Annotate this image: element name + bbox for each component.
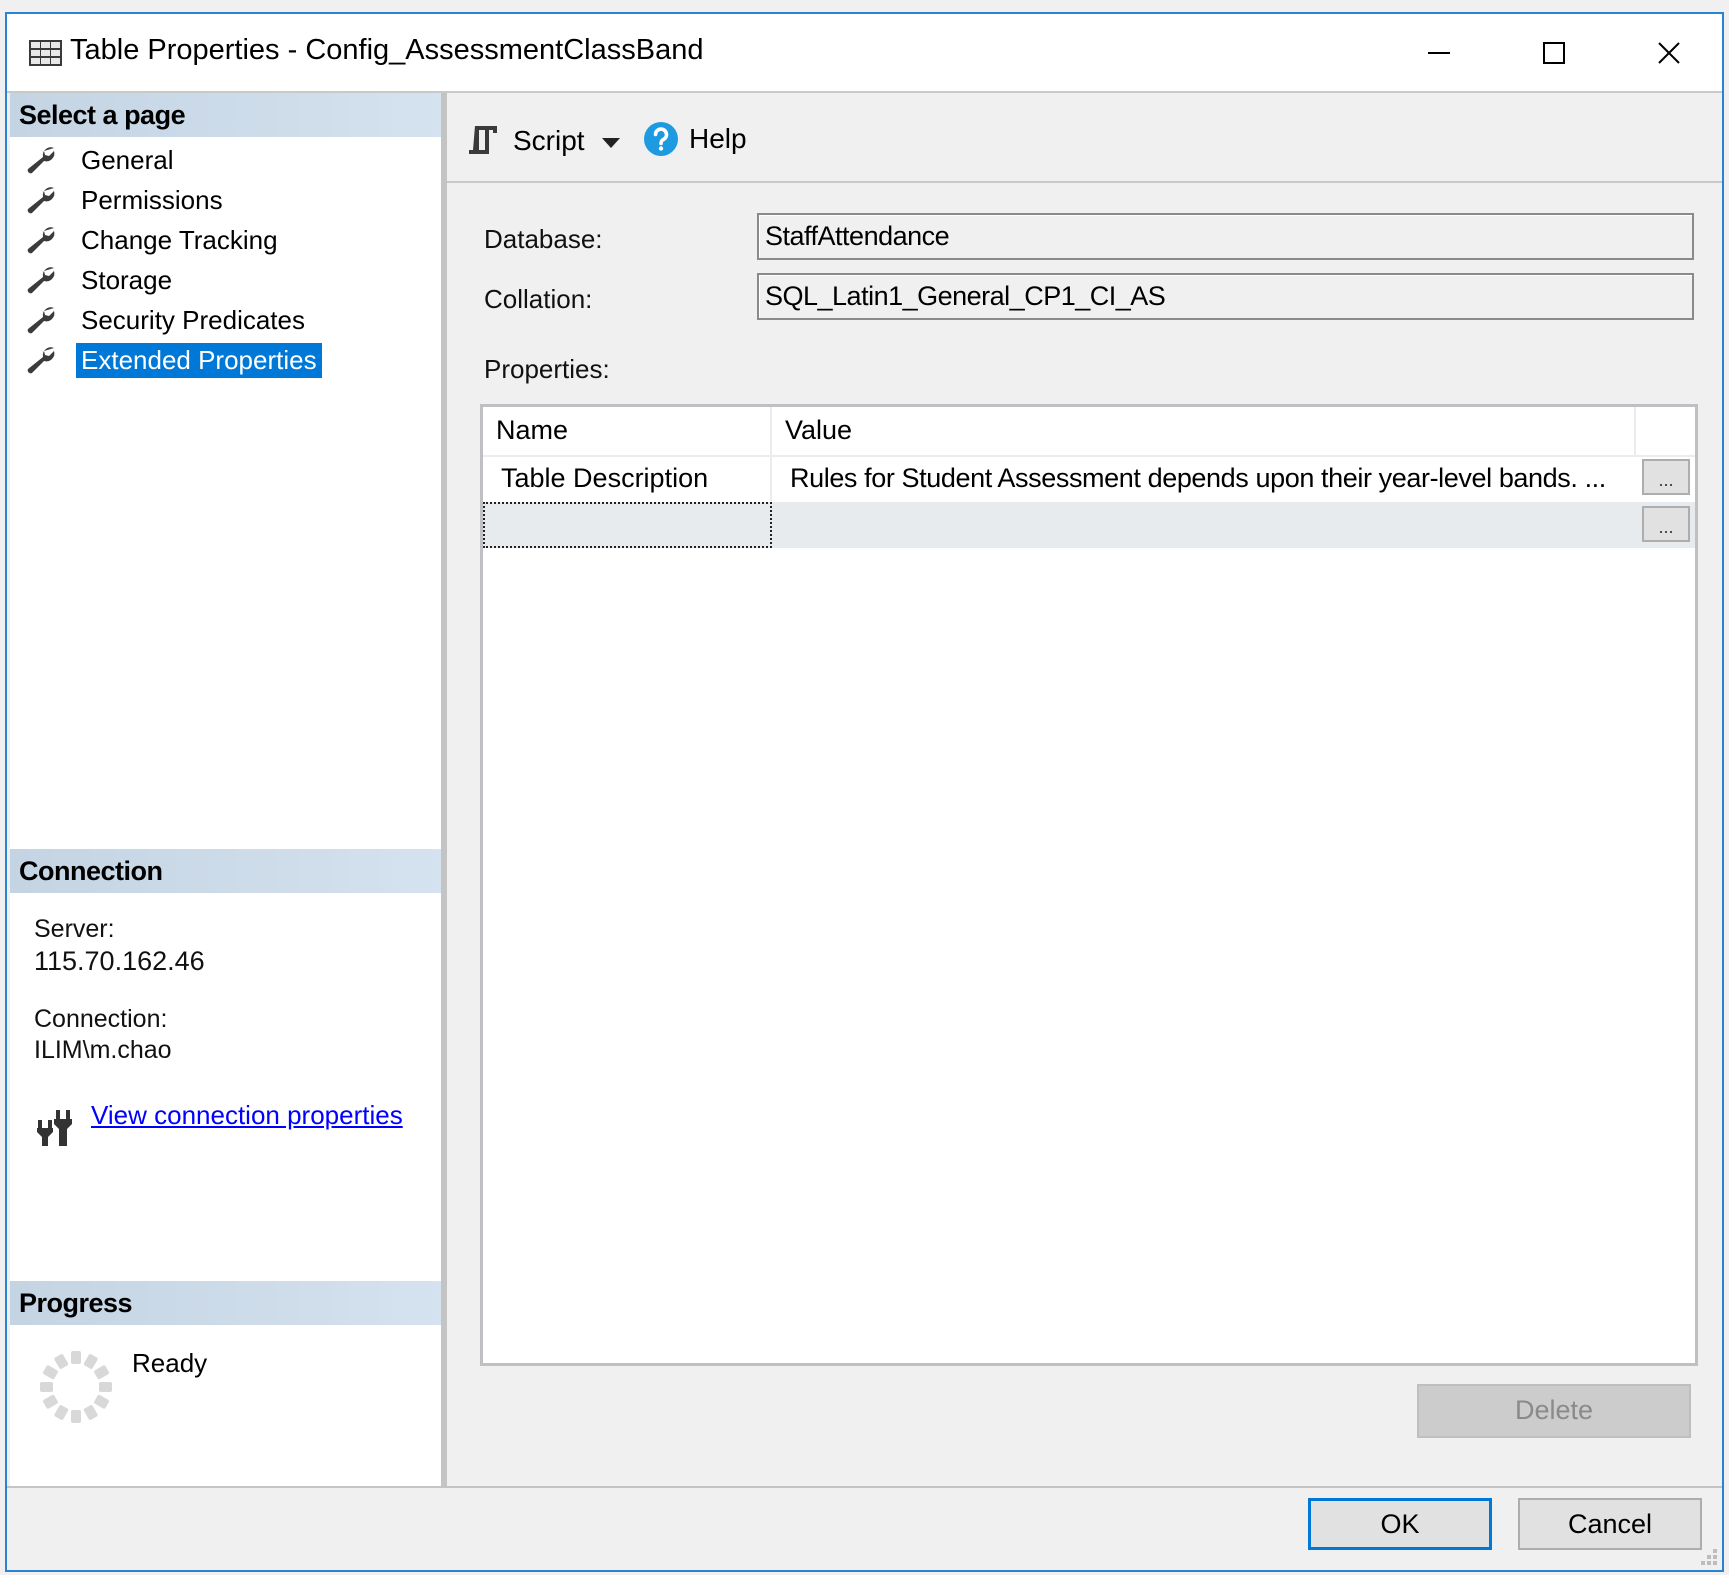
help-label: Help: [689, 123, 747, 154]
minimize-button[interactable]: [1384, 14, 1494, 91]
sidebar-item-change-tracking[interactable]: Change Tracking: [24, 221, 283, 259]
sidebar-item-security-predicates[interactable]: Security Predicates: [24, 301, 310, 339]
help-button[interactable]: Help: [643, 121, 747, 157]
property-name-cell[interactable]: Table Description: [483, 455, 772, 501]
spinner-segment: [71, 1351, 81, 1364]
resize-grip-icon[interactable]: [1699, 1547, 1719, 1567]
sidebar-item-label: General: [81, 144, 174, 175]
spinner-segment: [83, 1354, 98, 1369]
wrench-icon: [27, 307, 55, 334]
spinner-icon: [40, 1351, 112, 1423]
spinner-segment: [71, 1410, 81, 1423]
left-panel: Select a page General Permissions Change…: [10, 93, 444, 1486]
spinner-segment: [40, 1382, 53, 1392]
sidebar-item-label: Security Predicates: [81, 304, 305, 335]
wrench-icon: [27, 187, 55, 214]
spinner-segment: [54, 1354, 69, 1369]
properties-label: Properties:: [484, 354, 610, 384]
spinner-segment: [94, 1394, 109, 1409]
database-field[interactable]: StaffAttendance: [757, 213, 1694, 260]
collation-label: Collation:: [484, 284, 593, 314]
minimize-icon: [1428, 51, 1450, 54]
close-button[interactable]: [1614, 14, 1724, 91]
sidebar-item-storage[interactable]: Storage: [24, 261, 177, 299]
maximize-icon: [1543, 41, 1565, 64]
server-label: Server:: [34, 915, 115, 943]
sidebar-item-label: Storage: [81, 264, 173, 295]
sidebar-item-label: Extended Properties: [76, 342, 322, 378]
script-button[interactable]: Script: [467, 123, 585, 159]
title-bar: Table Properties - Config_AssessmentClas…: [7, 14, 1722, 93]
toolbar: Script Help: [447, 93, 1722, 183]
wrench-icon: [27, 347, 55, 374]
script-dropdown-button[interactable]: [602, 135, 620, 153]
properties-grid: Name Value Table Description Rules for S…: [480, 404, 1698, 1366]
view-connection-properties-link[interactable]: View connection properties: [91, 1100, 403, 1131]
script-icon: [469, 126, 497, 154]
sidebar-item-label: Permissions: [81, 184, 223, 215]
chevron-down-icon: [602, 138, 620, 148]
collation-field[interactable]: SQL_Latin1_General_CP1_CI_AS: [757, 273, 1694, 320]
panel-divider: [444, 93, 447, 1486]
edit-value-button[interactable]: ...: [1642, 459, 1690, 495]
spinner-segment: [54, 1405, 69, 1420]
window-title: Table Properties - Config_AssessmentClas…: [70, 34, 704, 66]
property-name-cell[interactable]: [483, 502, 772, 548]
progress-header: Progress: [10, 1281, 441, 1325]
delete-button[interactable]: Delete: [1417, 1384, 1691, 1438]
sidebar-item-extended-properties[interactable]: Extended Properties: [24, 341, 322, 379]
table-row-new[interactable]: ...: [483, 502, 1695, 548]
spinner-segment: [94, 1365, 109, 1380]
sidebar-item-label: Change Tracking: [81, 224, 278, 255]
plug-icon: [37, 1110, 72, 1146]
cancel-button[interactable]: Cancel: [1518, 1498, 1702, 1550]
sidebar-item-general[interactable]: General: [24, 141, 179, 179]
server-value: 115.70.162.46: [34, 946, 205, 976]
column-header-value[interactable]: Value: [772, 407, 1636, 455]
database-label: Database:: [484, 224, 603, 254]
spinner-segment: [43, 1365, 58, 1380]
table-properties-dialog: Table Properties - Config_AssessmentClas…: [5, 12, 1724, 1572]
column-header-name[interactable]: Name: [483, 407, 772, 455]
wrench-icon: [27, 147, 55, 174]
property-value-cell[interactable]: [772, 502, 1636, 548]
maximize-button[interactable]: [1499, 14, 1609, 91]
connection-label: Connection:: [34, 1005, 168, 1033]
spinner-segment: [83, 1405, 98, 1420]
wrench-icon: [27, 227, 55, 254]
select-page-header: Select a page: [10, 93, 441, 137]
connection-header: Connection: [10, 849, 441, 893]
sidebar-item-permissions[interactable]: Permissions: [24, 181, 228, 219]
script-label: Script: [513, 125, 585, 156]
ok-button[interactable]: OK: [1308, 1498, 1492, 1550]
table-grid-icon: [29, 40, 62, 66]
wrench-icon: [27, 267, 55, 294]
progress-status: Ready: [132, 1348, 208, 1378]
edit-value-button[interactable]: ...: [1642, 506, 1690, 542]
spinner-segment: [99, 1382, 112, 1392]
property-value-cell[interactable]: Rules for Student Assessment depends upo…: [772, 455, 1636, 501]
grid-header: Name Value: [483, 407, 1695, 457]
spinner-segment: [43, 1394, 58, 1409]
help-icon: [644, 122, 678, 156]
connection-value: ILIM\m.chao: [34, 1036, 172, 1064]
table-row[interactable]: Table Description Rules for Student Asse…: [483, 455, 1695, 501]
footer-divider: [7, 1486, 1722, 1488]
close-icon: [1658, 41, 1680, 64]
